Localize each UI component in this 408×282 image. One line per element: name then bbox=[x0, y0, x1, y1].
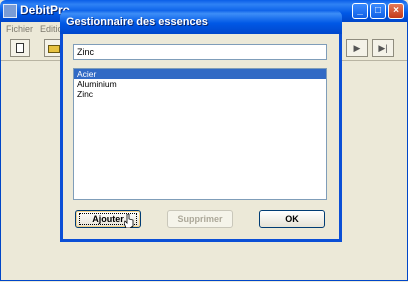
essence-name-input[interactable]: Zinc bbox=[73, 44, 327, 60]
minimize-icon[interactable]: _ bbox=[352, 3, 368, 19]
close-icon[interactable]: × bbox=[388, 3, 404, 19]
maximize-icon[interactable]: □ bbox=[370, 3, 386, 19]
app-icon bbox=[3, 4, 17, 18]
ok-button[interactable]: OK bbox=[259, 210, 325, 228]
hand-cursor-icon bbox=[124, 214, 134, 228]
dialog-titlebar[interactable]: Gestionnaire des essences bbox=[60, 10, 342, 34]
essences-dialog: Gestionnaire des essences Zinc Acier Alu… bbox=[60, 10, 342, 242]
essences-list[interactable]: Acier Aluminium Zinc bbox=[73, 68, 327, 200]
delete-button-label: Supprimer bbox=[177, 214, 223, 224]
ok-button-label: OK bbox=[285, 214, 299, 224]
delete-button[interactable]: Supprimer bbox=[167, 210, 233, 228]
list-item-aluminium[interactable]: Aluminium bbox=[74, 79, 326, 89]
list-item-acier[interactable]: Acier bbox=[74, 69, 326, 79]
list-item-zinc[interactable]: Zinc bbox=[74, 89, 326, 99]
dialog-title: Gestionnaire des essences bbox=[66, 16, 208, 28]
